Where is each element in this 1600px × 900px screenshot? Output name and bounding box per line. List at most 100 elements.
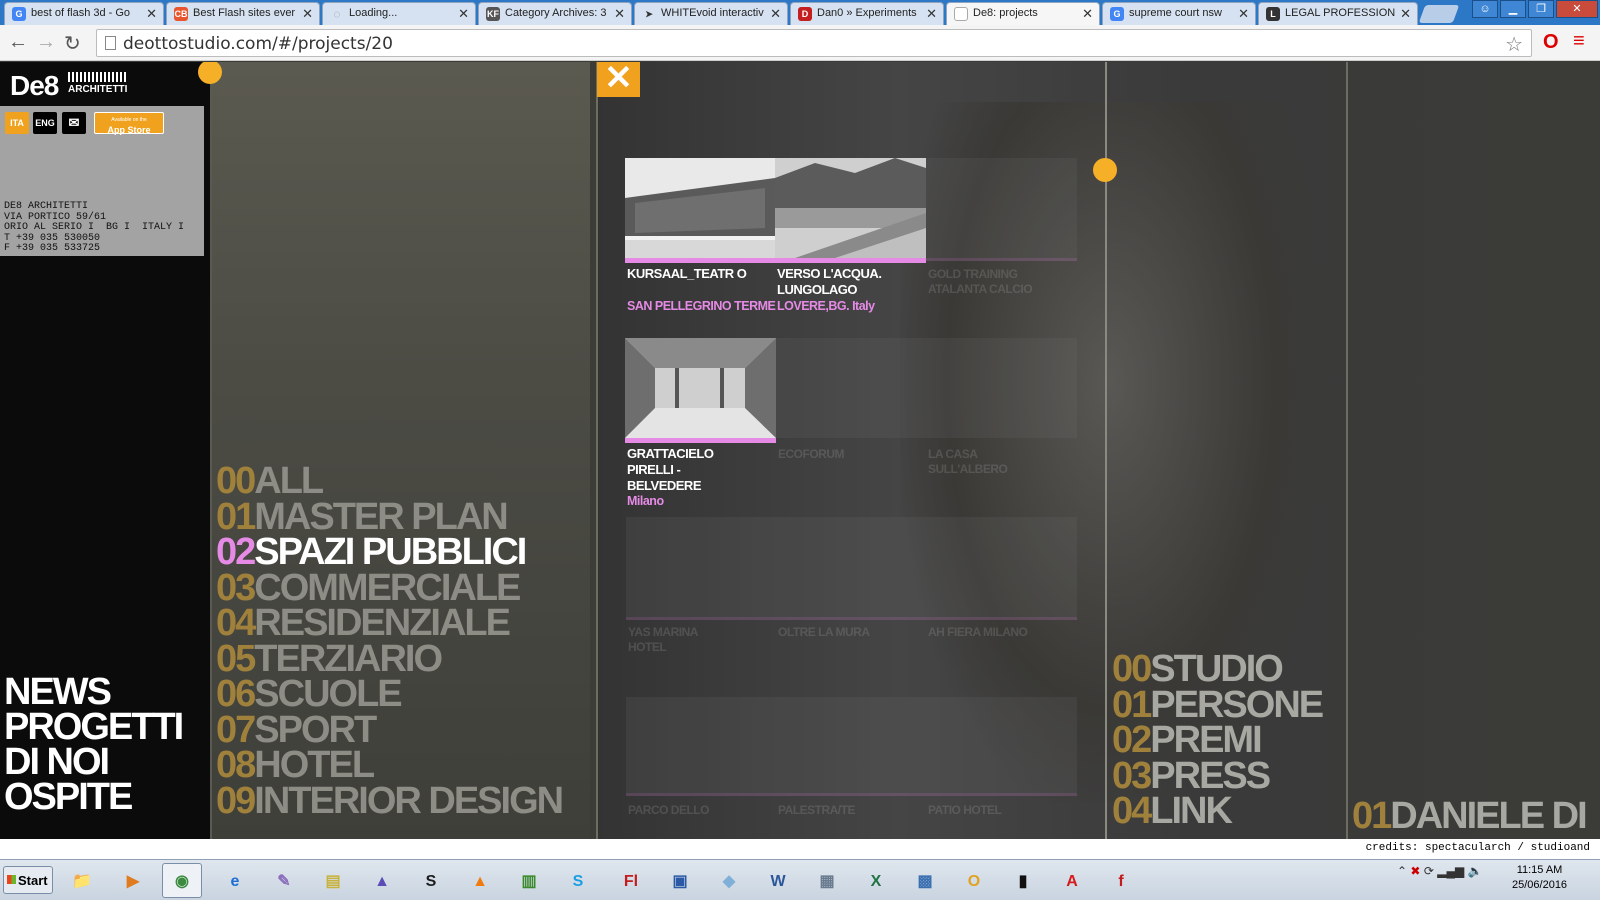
taskbar-chart-icon[interactable]: ▥ [509, 863, 549, 898]
nav-press[interactable]: 03PRESS [1112, 757, 1322, 795]
close-tab-icon[interactable]: ✕ [1400, 6, 1411, 22]
category-terziario[interactable]: 05TERZIARIO [216, 640, 562, 678]
taskbar-network-icon[interactable]: ▩ [905, 863, 945, 898]
project-title[interactable]: VERSO L'ACQUA. LUNGOLAGO [777, 266, 927, 298]
ghost-project-title[interactable]: GOLD TRAINING ATALANTA CALCIO [928, 267, 1048, 297]
taskbar-remote-icon[interactable]: ▣ [660, 863, 700, 898]
app-store-button[interactable]: Available on the App Store [94, 112, 164, 135]
close-tab-icon[interactable]: ✕ [1238, 6, 1249, 22]
close-tab-icon[interactable]: ✕ [614, 6, 625, 22]
menu-icon[interactable]: ≡ [1573, 30, 1585, 53]
window-close-button[interactable]: ✕ [1556, 0, 1598, 18]
new-tab-button[interactable] [1418, 5, 1460, 23]
credits-text[interactable]: credits: spectacularch / studioand [1366, 842, 1590, 854]
close-tab-icon[interactable]: ✕ [926, 6, 937, 22]
nav-progetti[interactable]: PROGETTI [4, 708, 184, 746]
taskbar-media-icon[interactable]: ▶ [113, 863, 153, 898]
browser-tab[interactable]: CB Best Flash sites ever ✕ [166, 2, 320, 25]
taskbar-flash-icon[interactable]: Fl [611, 863, 651, 898]
nav-studio[interactable]: 00STUDIO [1112, 650, 1322, 688]
tray-volume-icon[interactable]: 🔈 [1468, 864, 1483, 878]
browser-tab[interactable]: KF Category Archives: 3 ✕ [478, 2, 632, 25]
close-tab-icon[interactable]: ✕ [302, 6, 313, 22]
nav-persone[interactable]: 01PERSONE [1112, 686, 1324, 724]
ghost-project-title[interactable]: PALESTRA/TE [778, 803, 855, 818]
restore-button[interactable]: ❐ [1528, 0, 1554, 18]
category-spazi-pubblici[interactable]: 02SPAZI PUBBLICI [216, 533, 562, 571]
url-input[interactable]: deottostudio.com/#/projects/20 ☆ [96, 29, 1532, 57]
bookmark-star-icon[interactable]: ☆ [1505, 32, 1523, 56]
project-title[interactable]: GRATTACIELO PIRELLI - BELVEDERE [627, 446, 727, 494]
close-tab-icon[interactable]: ✕ [770, 6, 781, 22]
taskbar-word-icon[interactable]: W [758, 863, 798, 898]
taskbar-eraser-icon[interactable]: ◆ [709, 863, 749, 898]
mail-icon[interactable]: ✉ [62, 112, 86, 134]
taskbar-snagit-icon[interactable]: S [411, 863, 451, 898]
browser-tab[interactable]: ◌ Loading... ✕ [322, 2, 476, 25]
project-thumbnail[interactable] [625, 158, 776, 258]
minimize-button[interactable]: ▁ [1500, 0, 1526, 18]
browser-tab-active[interactable]: De8: projects ✕ [946, 2, 1100, 25]
taskbar-ie-icon[interactable]: e [215, 863, 255, 898]
taskbar-notes-icon[interactable]: ▤ [313, 863, 353, 898]
project-title[interactable]: KURSAAL_TEATR O [627, 266, 777, 282]
close-tab-icon[interactable]: ✕ [146, 6, 157, 22]
nav-ospite[interactable]: OSPITE [4, 778, 182, 816]
taskbar-paint-icon[interactable]: ✎ [264, 863, 304, 898]
category-hotel[interactable]: 08HOTEL [216, 746, 562, 784]
clock[interactable]: 11:15 AM 25/06/2016 [1512, 863, 1567, 893]
nav-di-noi[interactable]: DI NOI [4, 743, 182, 781]
ghost-project-title[interactable]: LA CASA SULL'ALBERO [928, 447, 1028, 477]
category-interior-design[interactable]: 09INTERIOR DESIGN [216, 782, 564, 820]
start-button[interactable]: Start [3, 866, 53, 894]
taskbar-outlook-icon[interactable]: O [954, 863, 994, 898]
site-logo[interactable]: De8 [10, 70, 59, 102]
category-residenziale[interactable]: 04RESIDENZIALE [216, 604, 562, 642]
lang-ita-button[interactable]: ITA [5, 112, 29, 134]
taskbar-flashplayer-icon[interactable]: f [1101, 863, 1141, 898]
browser-tab[interactable]: ➤ WHITEvoid interactiv ✕ [634, 2, 788, 25]
forward-icon[interactable]: → [36, 31, 56, 54]
category-master-plan[interactable]: 01MASTER PLAN [216, 498, 562, 536]
browser-tab[interactable]: L LEGAL PROFESSION ✕ [1258, 2, 1418, 25]
taskbar-wizard-icon[interactable]: ▲ [362, 863, 402, 898]
taskbar-vlc-icon[interactable]: ▲ [460, 863, 500, 898]
project-thumbnail[interactable] [625, 338, 776, 438]
category-all[interactable]: 00ALL [216, 462, 562, 500]
tray-sync-icon[interactable]: ⟳ [1424, 864, 1434, 878]
category-sport[interactable]: 07SPORT [216, 711, 562, 749]
close-icon[interactable]: ✕ [597, 62, 640, 97]
ghost-project-title[interactable]: ECOFORUM [778, 447, 845, 462]
close-tab-icon[interactable]: ✕ [1082, 6, 1093, 22]
ghost-project-title[interactable]: PATIO HOTEL [928, 803, 1002, 818]
taskbar-acrobat-icon[interactable]: A [1052, 863, 1092, 898]
tray-signal-icon[interactable]: ▂▄▆ [1437, 864, 1464, 878]
opera-icon[interactable]: O [1543, 31, 1559, 54]
browser-tab[interactable]: Gsupreme court nsw ✕ [1102, 2, 1256, 25]
taskbar-skype-icon[interactable]: S [558, 863, 598, 898]
ghost-project-title[interactable]: YAS MARINA HOTEL [628, 625, 728, 655]
taskbar-cmd-icon[interactable]: ▮ [1003, 863, 1043, 898]
tray-security-icon[interactable]: ✖ [1410, 864, 1420, 878]
nav-news[interactable]: NEWS [4, 673, 182, 711]
category-commerciale[interactable]: 03COMMERCIALE [216, 569, 562, 607]
close-tab-icon[interactable]: ✕ [458, 6, 469, 22]
taskbar-excel-icon[interactable]: X [856, 863, 896, 898]
reload-icon[interactable]: ↻ [64, 31, 81, 56]
taskbar-calculator-icon[interactable]: ▦ [807, 863, 847, 898]
taskbar-explorer-icon[interactable]: 📁 [62, 863, 102, 898]
user-icon[interactable]: ☺ [1472, 0, 1498, 18]
project-thumbnail[interactable] [775, 158, 926, 258]
ghost-project-title[interactable]: AH FIERA MILANO [928, 625, 1028, 640]
taskbar-chrome-icon[interactable]: ◉ [162, 863, 202, 898]
nav-premi[interactable]: 02PREMI [1112, 721, 1322, 759]
tray-expand-icon[interactable]: ⌃ [1397, 864, 1407, 878]
browser-tab[interactable]: D Dan0 » Experiments ✕ [790, 2, 944, 25]
lang-eng-button[interactable]: ENG [33, 112, 57, 134]
person-link[interactable]: 01DANIELE DI [1352, 795, 1588, 838]
nav-link[interactable]: 04LINK [1112, 792, 1322, 830]
back-icon[interactable]: ← [8, 31, 28, 54]
ghost-project-title[interactable]: PARCO DELLO [628, 803, 709, 818]
category-scuole[interactable]: 06SCUOLE [216, 675, 562, 713]
browser-tab[interactable]: Gbest of flash 3d - Go ✕ [4, 2, 164, 25]
